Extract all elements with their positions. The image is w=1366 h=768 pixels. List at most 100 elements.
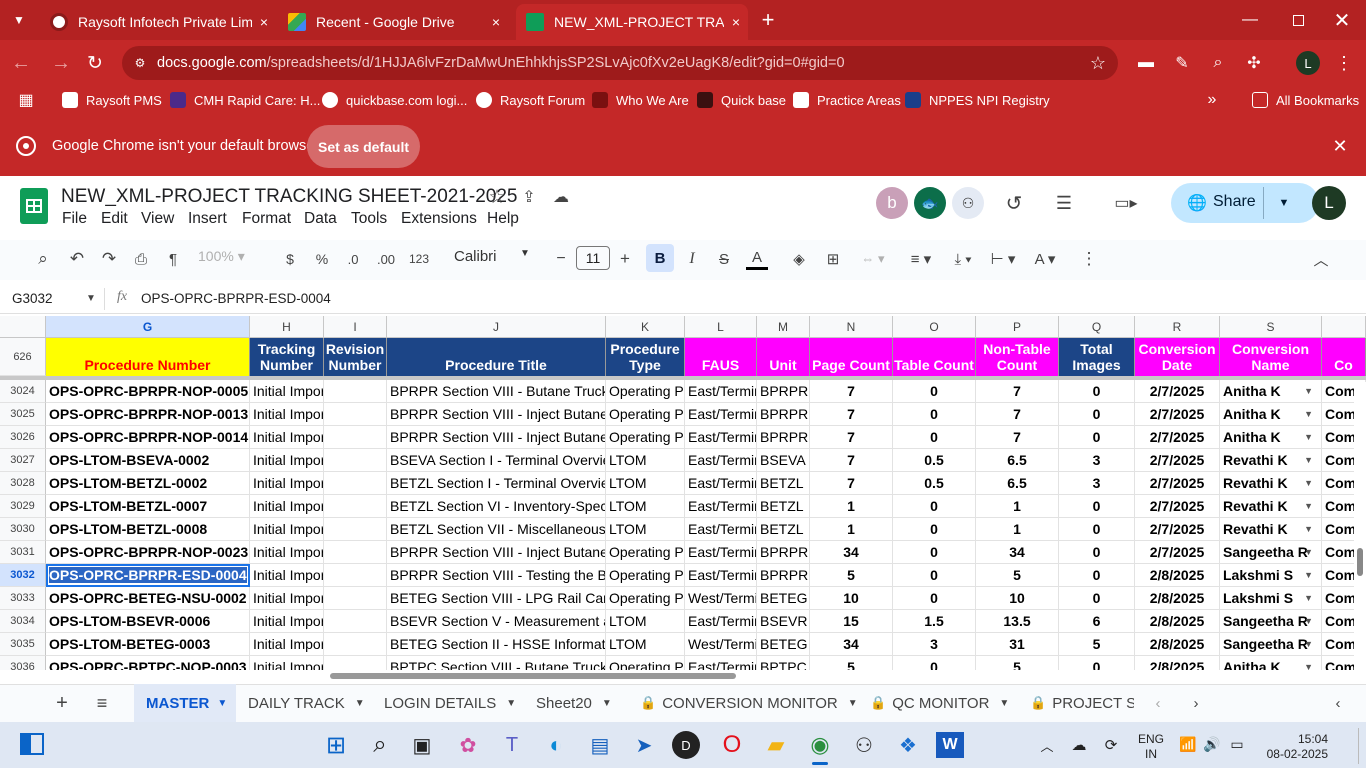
table-cell[interactable]: 2/7/2025: [1135, 403, 1220, 426]
table-cell[interactable]: BPRPR: [757, 403, 810, 426]
table-cell[interactable]: Initial Impor: [250, 380, 324, 403]
table-cell[interactable]: BPRPR Section VIII - Inject Butane fro: [387, 426, 606, 449]
table-cell[interactable]: East/Termir: [685, 380, 757, 403]
row-number[interactable]: 3028: [0, 472, 46, 495]
column-header-j[interactable]: J: [387, 316, 606, 338]
table-cell[interactable]: [324, 449, 387, 472]
widgets-icon[interactable]: [20, 733, 44, 755]
table-cell[interactable]: Initial Impor: [250, 541, 324, 564]
table-cell[interactable]: BETEG: [757, 633, 810, 656]
table-cell[interactable]: Anitha K ▼: [1220, 426, 1322, 449]
table-cell[interactable]: [324, 495, 387, 518]
spreadsheet-grid[interactable]: 626 G H I J K L M N O P Q R S Procedure Number Tracking…: [0, 316, 1366, 670]
column-header-k[interactable]: K: [606, 316, 685, 338]
file-explorer-icon[interactable]: ▰: [760, 729, 792, 761]
table-cell[interactable]: 0: [893, 403, 976, 426]
table-cell[interactable]: 0: [893, 587, 976, 610]
dropdown-chip-arrow-icon[interactable]: ▼: [1304, 386, 1313, 396]
table-cell[interactable]: Operating Pr: [606, 426, 685, 449]
zoom-icon[interactable]: ⌕: [1206, 52, 1230, 74]
apps-grid-icon[interactable]: ▦: [16, 90, 36, 110]
update-icon[interactable]: ⟳: [1100, 734, 1122, 756]
show-side-panel-icon[interactable]: ‹: [1328, 692, 1348, 714]
bookmark-raysoft-pms[interactable]: Raysoft PMS: [62, 84, 162, 116]
reload-icon[interactable]: ↻: [82, 50, 108, 76]
table-cell[interactable]: BETZL: [757, 495, 810, 518]
table-cell[interactable]: 2/7/2025: [1135, 380, 1220, 403]
table-cell[interactable]: OPS-LTOM-BSEVR-0006: [46, 610, 250, 633]
undo-icon[interactable]: ↶: [66, 248, 88, 270]
dell-icon[interactable]: D: [672, 731, 700, 759]
paint-format-icon[interactable]: ¶: [162, 248, 184, 270]
dropdown-chip-arrow-icon[interactable]: ▼: [1304, 524, 1313, 534]
browser-tab-raysoft[interactable]: Raysoft Infotech Private Limited ×: [40, 4, 276, 40]
table-cell[interactable]: East/Termir: [685, 541, 757, 564]
table-cell[interactable]: East/Termir: [685, 610, 757, 633]
column-header-n[interactable]: N: [810, 316, 893, 338]
column-header-p[interactable]: P: [976, 316, 1059, 338]
table-cell[interactable]: BSEVR: [757, 610, 810, 633]
table-cell[interactable]: 7: [976, 426, 1059, 449]
bookmark-star-icon[interactable]: ☆: [1086, 51, 1110, 75]
table-cell[interactable]: BPTPC Section VIII - Butane Truck Ur: [387, 656, 606, 670]
table-cell[interactable]: BPRPR: [757, 541, 810, 564]
table-cell[interactable]: 2/8/2025: [1135, 656, 1220, 670]
font-select[interactable]: Calibri ▼: [454, 248, 534, 270]
version-history-icon[interactable]: ↺: [1000, 190, 1028, 216]
table-cell[interactable]: 34: [976, 541, 1059, 564]
column-header-s[interactable]: S: [1220, 316, 1322, 338]
table-cell[interactable]: BSEVR Section V - Measurement anc: [387, 610, 606, 633]
table-cell[interactable]: Operating Pr: [606, 564, 685, 587]
maximize-icon[interactable]: [1284, 8, 1312, 32]
table-cell[interactable]: East/Termir: [685, 426, 757, 449]
table-cell[interactable]: BETEG Section VIII - LPG Rail Car Loa: [387, 587, 606, 610]
add-sheet-icon[interactable]: +: [50, 690, 74, 716]
table-cell[interactable]: 0: [893, 426, 976, 449]
anonymous-animal-avatar[interactable]: 🐟: [914, 187, 946, 219]
table-cell[interactable]: 10: [810, 587, 893, 610]
table-cell[interactable]: East/Termir: [685, 472, 757, 495]
volume-icon[interactable]: 🔊: [1202, 734, 1222, 754]
table-cell[interactable]: OPS-OPRC-BPRPR-NOP-0005: [46, 380, 250, 403]
close-tab-icon[interactable]: ×: [252, 14, 276, 30]
extension-icon[interactable]: ▬: [1134, 52, 1158, 74]
table-cell[interactable]: 0: [893, 564, 976, 587]
table-cell[interactable]: OPS-LTOM-BETZL-0008: [46, 518, 250, 541]
table-cell[interactable]: East/Termir: [685, 495, 757, 518]
table-cell[interactable]: West/Termi: [685, 587, 757, 610]
table-cell[interactable]: LTOM: [606, 518, 685, 541]
people-app-icon[interactable]: ⚇: [848, 729, 880, 761]
table-cell[interactable]: East/Termir: [685, 518, 757, 541]
table-cell[interactable]: Revathi K ▼: [1220, 472, 1322, 495]
text-color-button[interactable]: A: [746, 248, 768, 270]
chrome-menu-icon[interactable]: ⋮: [1332, 52, 1356, 74]
row-number[interactable]: 3035: [0, 633, 46, 656]
table-cell[interactable]: 0: [1059, 403, 1135, 426]
table-cell[interactable]: Anitha K ▼: [1220, 656, 1322, 670]
table-cell[interactable]: [324, 610, 387, 633]
column-header-m[interactable]: M: [757, 316, 810, 338]
row-number[interactable]: 3036: [0, 656, 46, 670]
word-icon[interactable]: W: [936, 732, 964, 758]
table-cell[interactable]: OPS-LTOM-BETEG-0003: [46, 633, 250, 656]
table-cell[interactable]: Initial Impor: [250, 610, 324, 633]
bookmark-practice-areas[interactable]: Practice Areas: [793, 84, 901, 116]
table-cell[interactable]: 0.5: [893, 449, 976, 472]
italic-button[interactable]: I: [682, 248, 702, 270]
table-cell[interactable]: 0: [1059, 564, 1135, 587]
close-tab-icon[interactable]: ×: [484, 14, 508, 30]
table-cell[interactable]: 2/7/2025: [1135, 518, 1220, 541]
table-cell[interactable]: Initial Impor: [250, 495, 324, 518]
row-number[interactable]: 3034: [0, 610, 46, 633]
start-windows-icon[interactable]: ⊞: [320, 729, 352, 761]
bookmark-who-we-are[interactable]: Who We Are: [592, 84, 689, 116]
more-tools-icon[interactable]: ⋮: [1078, 248, 1100, 270]
table-cell[interactable]: Operating Pr: [606, 656, 685, 670]
table-cell[interactable]: 6.5: [976, 449, 1059, 472]
table-cell[interactable]: Sangeetha R ▼: [1220, 633, 1322, 656]
table-cell[interactable]: OPS-OPRC-BPRPR-NOP-0013: [46, 403, 250, 426]
table-cell[interactable]: BETZL: [757, 518, 810, 541]
language-indicator[interactable]: ENG IN: [1138, 732, 1164, 762]
store-icon[interactable]: ▤: [584, 729, 616, 761]
table-cell[interactable]: 3: [1059, 449, 1135, 472]
